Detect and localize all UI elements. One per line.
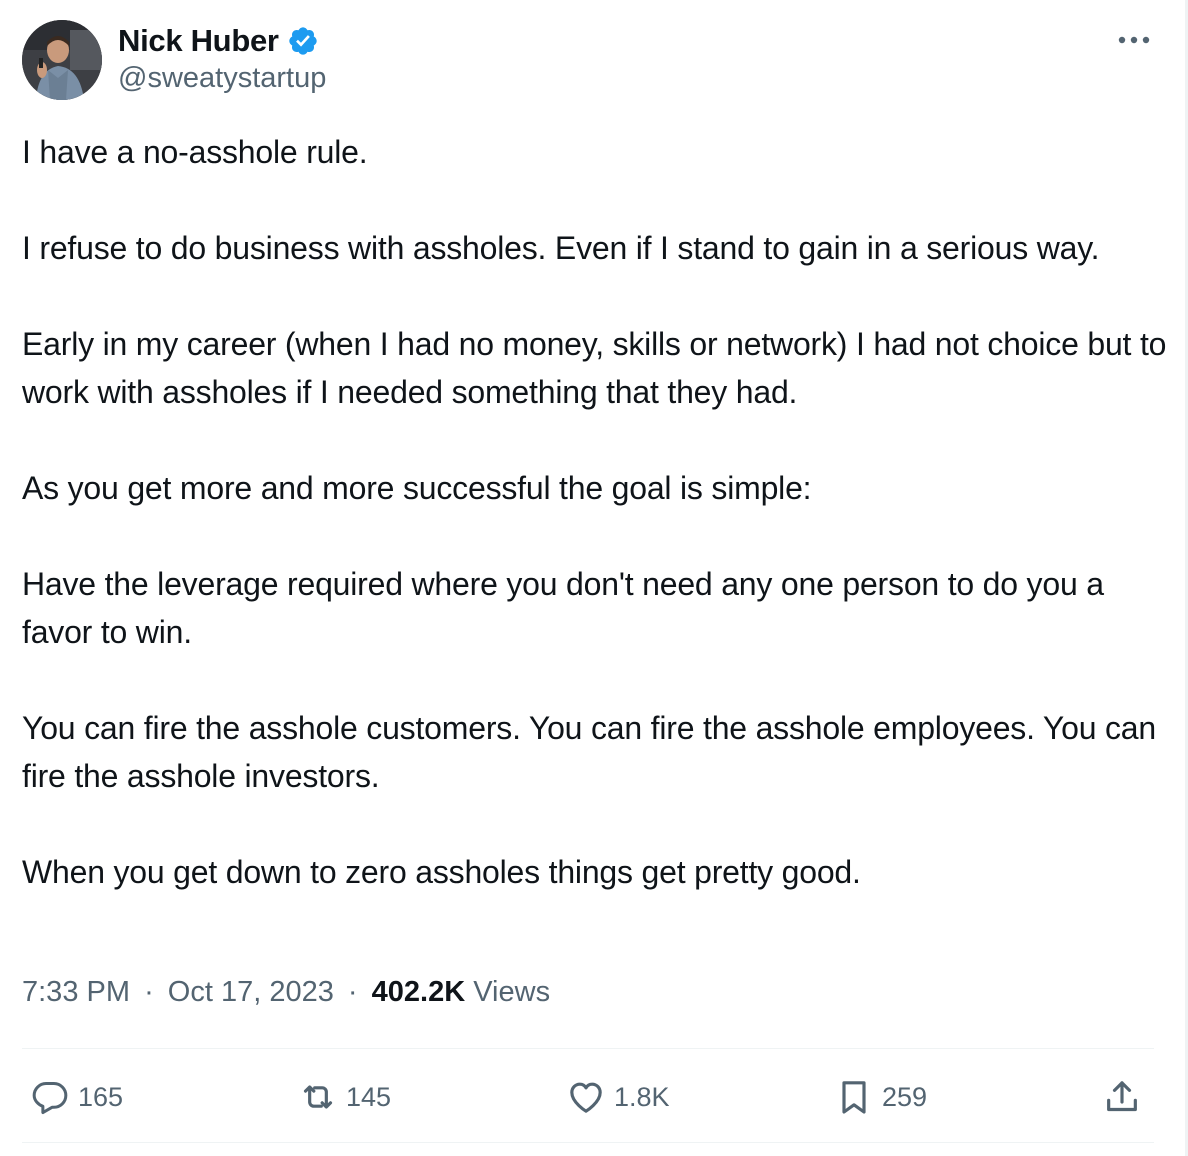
tweet-text: I have a no-asshole rule. I refuse to do…: [22, 128, 1172, 896]
tweet-paragraph: I refuse to do business with assholes. E…: [22, 230, 1100, 266]
reply-count: 165: [78, 1081, 124, 1112]
tweet-paragraph: As you get more and more successful the …: [22, 470, 812, 506]
meta-separator: ·: [144, 976, 154, 1008]
tweet-paragraph: When you get down to zero assholes thing…: [22, 854, 861, 890]
tweet-paragraph: You can fire the asshole customers. You …: [22, 710, 1156, 794]
more-options-button[interactable]: [1112, 22, 1156, 58]
more-options-icon: [1118, 36, 1150, 44]
repost-icon: [298, 1077, 338, 1117]
views-count[interactable]: 402.2K: [372, 976, 466, 1008]
verified-badge-icon: [287, 25, 319, 57]
tweet-meta: 7:33 PM · Oct 17, 2023 · 402.2K Views: [22, 976, 550, 1009]
views-label: Views: [473, 976, 551, 1008]
avatar[interactable]: [22, 20, 102, 100]
tweet-paragraph: I have a no-asshole rule.: [22, 134, 368, 170]
avatar-image: [22, 20, 102, 100]
divider: [22, 1142, 1154, 1143]
like-button[interactable]: 1.8K: [566, 1072, 670, 1122]
share-icon: [1102, 1077, 1142, 1117]
reply-icon: [30, 1077, 70, 1117]
bookmark-count: 259: [882, 1081, 928, 1112]
share-button[interactable]: [1102, 1072, 1142, 1122]
tweet-paragraph: Have the leverage required where you don…: [22, 566, 1104, 650]
heart-icon: [566, 1077, 606, 1117]
author-name[interactable]: Nick Huber: [118, 23, 279, 59]
repost-button[interactable]: 145: [298, 1072, 391, 1122]
bookmark-icon: [834, 1077, 874, 1117]
tweet-time[interactable]: 7:33 PM: [22, 976, 130, 1008]
like-count: 1.8K: [614, 1081, 670, 1112]
bookmark-button[interactable]: 259: [834, 1072, 927, 1122]
meta-separator: ·: [347, 976, 358, 1008]
tweet-paragraph: Early in my career (when I had no money,…: [22, 326, 1167, 410]
tweet-date[interactable]: Oct 17, 2023: [168, 976, 334, 1008]
divider: [22, 1048, 1154, 1049]
repost-count: 145: [346, 1081, 392, 1112]
reply-button[interactable]: 165: [30, 1072, 123, 1122]
author-handle[interactable]: @sweatystartup: [118, 62, 326, 95]
author-name-row: Nick Huber: [118, 21, 319, 61]
